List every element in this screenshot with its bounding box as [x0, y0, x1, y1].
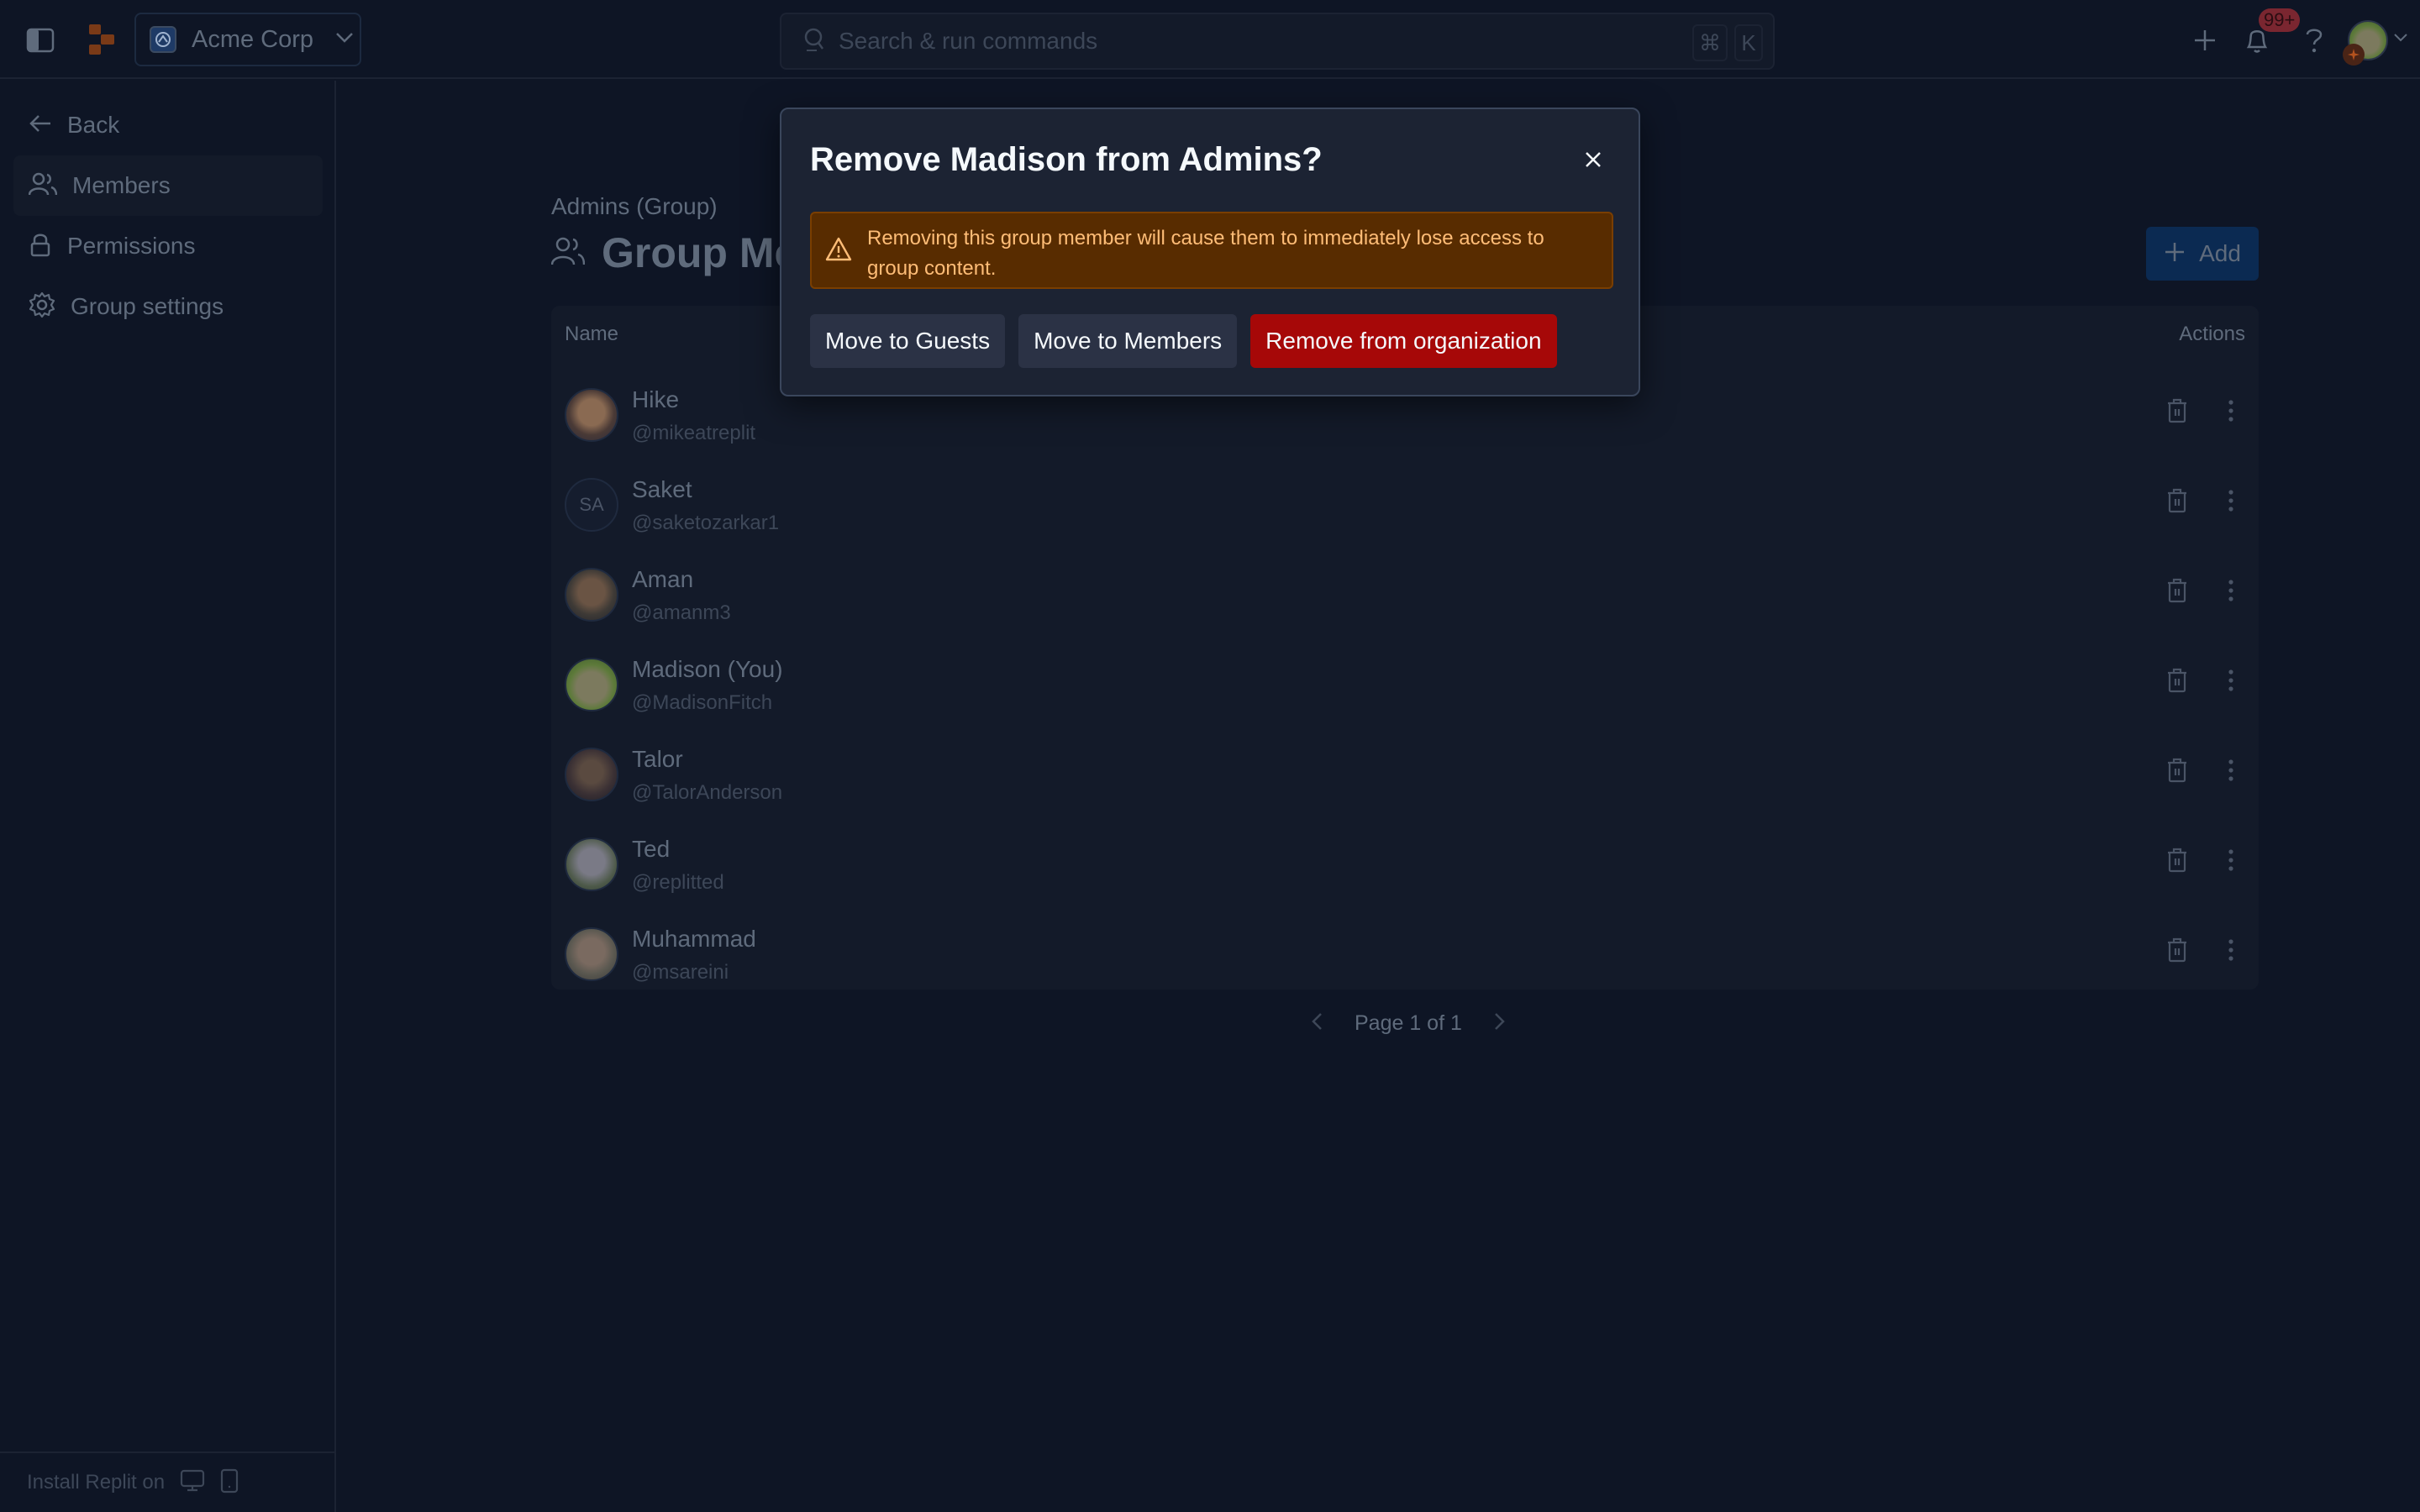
- org-name: Acme Corp: [192, 25, 314, 53]
- member-name: Aman: [632, 566, 694, 592]
- move-to-guests-button[interactable]: Move to Guests: [810, 314, 1006, 368]
- member-handle: @TalorAnderson: [632, 781, 783, 804]
- search-icon: [803, 27, 825, 56]
- search-input[interactable]: Search & run commands ⌘ K: [780, 13, 1775, 70]
- kbd-k: K: [1734, 24, 1763, 61]
- trash-icon[interactable]: [2166, 848, 2188, 877]
- member-name: Muhammad: [632, 926, 756, 952]
- warning-icon: [825, 237, 852, 266]
- warning-text: Removing this group member will cause th…: [867, 227, 1544, 280]
- member-avatar: [565, 748, 618, 801]
- lock-icon: [29, 232, 52, 261]
- trash-icon[interactable]: [2166, 488, 2188, 517]
- gear-icon: [29, 291, 55, 323]
- sidebar-nav: Back Members Permissions Group settings …: [0, 81, 336, 1512]
- install-footer: Install Replit on: [0, 1452, 334, 1512]
- more-options-icon[interactable]: [2227, 668, 2235, 697]
- move-to-members-button[interactable]: Move to Members: [1018, 314, 1238, 368]
- sidebar-item-group-settings[interactable]: Group settings: [13, 276, 323, 337]
- shortcut-hint: ⌘ K: [1692, 24, 1763, 61]
- dialog-actions: Move to Guests Move to Members Remove fr…: [810, 314, 1557, 368]
- more-options-icon[interactable]: [2227, 488, 2235, 517]
- member-handle: @amanm3: [632, 601, 731, 624]
- page-indicator: Page 1 of 1: [1355, 1011, 1462, 1035]
- member-avatar: [565, 837, 618, 891]
- member-handle: @MadisonFitch: [632, 691, 773, 714]
- table-row: Ted @replitted: [551, 821, 2259, 911]
- pagination: Page 1 of 1: [1311, 1011, 1506, 1036]
- sidebar-item-label: Back: [67, 112, 120, 138]
- plus-icon: [2164, 241, 2186, 267]
- member-avatar: [565, 388, 618, 442]
- member-name: Ted: [632, 836, 671, 862]
- trash-icon[interactable]: [2166, 398, 2188, 428]
- users-icon: [28, 172, 58, 200]
- member-avatar: [565, 568, 618, 622]
- sidebar-item-label: Group settings: [71, 293, 224, 319]
- sidebar-item-permissions[interactable]: Permissions: [13, 216, 323, 276]
- trash-icon[interactable]: [2166, 668, 2188, 697]
- member-avatar: [565, 927, 618, 981]
- member-name: Talor: [632, 746, 683, 772]
- table-row: Talor @TalorAnderson: [551, 731, 2259, 821]
- table-row: Aman @amanm3: [551, 551, 2259, 641]
- more-options-icon[interactable]: [2227, 578, 2235, 607]
- next-page-icon[interactable]: [1494, 1012, 1506, 1035]
- notification-badge: 99+: [2259, 8, 2301, 32]
- member-handle: @msareini: [632, 961, 729, 984]
- column-header-name: Name: [565, 323, 619, 345]
- users-icon: [550, 237, 586, 270]
- sidebar-item-back[interactable]: Back: [13, 95, 323, 155]
- trash-icon[interactable]: [2166, 758, 2188, 787]
- top-bar: Acme Corp Search & run commands ⌘ K 99+: [0, 0, 2420, 79]
- table-row: SA Saket @saketozarkar1: [551, 461, 2259, 551]
- chevron-down-icon: [335, 32, 354, 48]
- more-options-icon[interactable]: [2227, 848, 2235, 877]
- install-text: Install Replit on: [27, 1471, 166, 1494]
- org-switcher[interactable]: Acme Corp: [134, 13, 361, 66]
- arrow-left-icon: [29, 113, 52, 138]
- sidebar-toggle-icon[interactable]: [24, 24, 57, 57]
- more-options-icon[interactable]: [2227, 398, 2235, 428]
- sparkle-icon: [2343, 44, 2365, 66]
- member-name: Saket: [632, 476, 692, 502]
- member-handle: @mikeatreplit: [632, 422, 756, 444]
- chevron-down-icon[interactable]: [2393, 32, 2408, 47]
- member-avatar: SA: [565, 478, 618, 532]
- column-header-actions: Actions: [2179, 323, 2245, 345]
- dialog-title: Remove Madison from Admins?: [810, 141, 1323, 178]
- more-options-icon[interactable]: [2227, 758, 2235, 787]
- trash-icon[interactable]: [2166, 578, 2188, 607]
- help-icon[interactable]: [2297, 24, 2331, 57]
- breadcrumb: Admins (Group): [551, 193, 718, 219]
- member-avatar: [565, 658, 618, 711]
- more-options-icon[interactable]: [2227, 937, 2235, 967]
- table-row: Madison (You) @MadisonFitch: [551, 641, 2259, 731]
- table-row: Muhammad @msareini: [551, 911, 2259, 1000]
- add-label: Add: [2199, 240, 2241, 266]
- member-name: Madison (You): [632, 656, 783, 682]
- desktop-icon[interactable]: [180, 1469, 205, 1497]
- replit-logo-icon[interactable]: [84, 22, 119, 57]
- remove-from-organization-button[interactable]: Remove from organization: [1250, 314, 1557, 368]
- create-plus-icon[interactable]: [2188, 24, 2222, 57]
- members-table: Name Actions Hike @mikeatreplit SA Saket…: [551, 306, 2259, 990]
- member-handle: @saketozarkar1: [632, 512, 780, 534]
- prev-page-icon[interactable]: [1311, 1012, 1323, 1035]
- member-handle: @replitted: [632, 871, 724, 894]
- add-member-button[interactable]: Add: [2146, 227, 2259, 281]
- remove-member-dialog: Remove Madison from Admins? Removing thi…: [780, 108, 1640, 396]
- org-logo-icon: [150, 26, 176, 53]
- member-name: Hike: [632, 386, 680, 412]
- warning-callout: Removing this group member will cause th…: [810, 212, 1613, 289]
- close-icon[interactable]: [1578, 144, 1608, 175]
- trash-icon[interactable]: [2166, 937, 2188, 967]
- sidebar-item-label: Members: [72, 172, 171, 198]
- search-placeholder: Search & run commands: [839, 28, 1098, 54]
- sidebar-item-label: Permissions: [67, 233, 196, 259]
- sidebar-item-members[interactable]: Members: [13, 155, 323, 216]
- mobile-icon[interactable]: [220, 1468, 239, 1498]
- kbd-cmd: ⌘: [1692, 24, 1728, 61]
